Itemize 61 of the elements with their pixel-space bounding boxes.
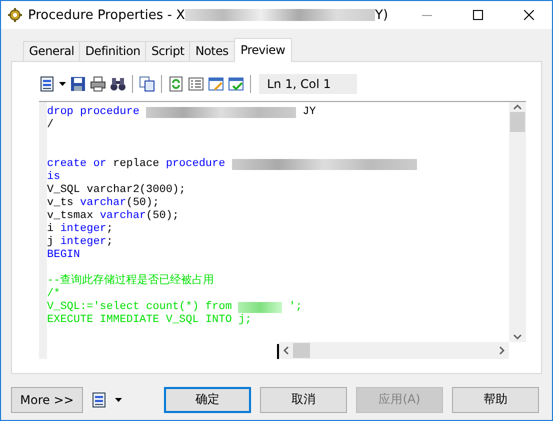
code-text: procedure: [166, 158, 226, 171]
edit-icon[interactable]: [208, 76, 224, 92]
dialog-button[interactable]: 取消: [260, 386, 347, 412]
dialog-button[interactable]: 帮助: [452, 386, 539, 412]
chevron-left-icon[interactable]: [283, 346, 289, 355]
code-text: replace: [113, 158, 160, 171]
document-list-icon[interactable]: [39, 76, 55, 92]
chevron-right-icon[interactable]: [499, 346, 505, 355]
more-button[interactable]: More >>: [11, 386, 83, 412]
document-list-icon[interactable]: [91, 392, 107, 408]
close-icon[interactable]: [524, 10, 534, 20]
horizontal-scrollbar[interactable]: [279, 342, 509, 359]
chevron-down-icon[interactable]: [513, 334, 522, 340]
binoculars-icon[interactable]: [110, 76, 126, 92]
tab[interactable]: General: [23, 41, 80, 61]
copy-icon[interactable]: [139, 76, 155, 92]
code-text: is: [47, 171, 60, 184]
code-text: ;: [106, 223, 114, 236]
code-text: BEGIN: [47, 249, 80, 262]
code-text: (50);: [146, 210, 180, 223]
code-comment: V_SQL:='select count(*) from: [47, 301, 232, 314]
list-view-icon[interactable]: [188, 76, 204, 92]
code-text: varchar: [100, 210, 146, 223]
caret-icon[interactable]: [115, 398, 122, 402]
code-text: i: [47, 223, 55, 236]
code-text: v_tsmax: [47, 210, 94, 223]
print-icon[interactable]: [90, 76, 106, 92]
save-icon[interactable]: [70, 76, 86, 92]
maximize-icon[interactable]: [473, 10, 483, 20]
code-comment: ';: [289, 301, 302, 314]
code-text: j: [47, 236, 55, 249]
code-text: create or: [47, 158, 108, 171]
redacted-block: [238, 302, 282, 313]
minimize-icon[interactable]: [422, 14, 432, 16]
tab[interactable]: Preview: [234, 38, 292, 62]
procedure-icon: [7, 7, 23, 23]
dialog-button[interactable]: 确定: [164, 386, 251, 412]
window-title: Y): [375, 8, 388, 22]
code-comment: /*: [47, 288, 60, 301]
chevron-up-icon[interactable]: [513, 104, 522, 110]
code-text: integer: [60, 236, 106, 249]
window-title: Procedure Properties - X: [28, 8, 186, 22]
code-text: JY: [302, 106, 316, 119]
code-text: varchar: [80, 197, 126, 210]
splitter-handle[interactable]: [277, 344, 279, 359]
code-text: drop procedure: [47, 106, 140, 119]
scrollbar-thumb[interactable]: [293, 343, 310, 358]
check-icon[interactable]: [228, 76, 244, 92]
refresh-icon[interactable]: [168, 76, 184, 92]
code-text: (50);: [126, 197, 160, 210]
code-text: v_ts: [47, 197, 74, 210]
code-text: integer: [60, 223, 106, 236]
caret-icon[interactable]: [59, 82, 66, 86]
cursor-position: Ln 1, Col 1: [259, 74, 357, 94]
vertical-scrollbar[interactable]: [509, 102, 526, 342]
code-comment: EXECUTE IMMEDIATE V_SQL INTO j;: [47, 314, 252, 327]
code-text: V_SQL varchar2(3000);: [47, 184, 186, 197]
code-text: /: [47, 119, 54, 132]
scrollbar-thumb[interactable]: [510, 112, 525, 132]
code-comment: --查询此存储过程是否已经被占用: [47, 275, 214, 288]
code-text: ;: [106, 236, 114, 249]
